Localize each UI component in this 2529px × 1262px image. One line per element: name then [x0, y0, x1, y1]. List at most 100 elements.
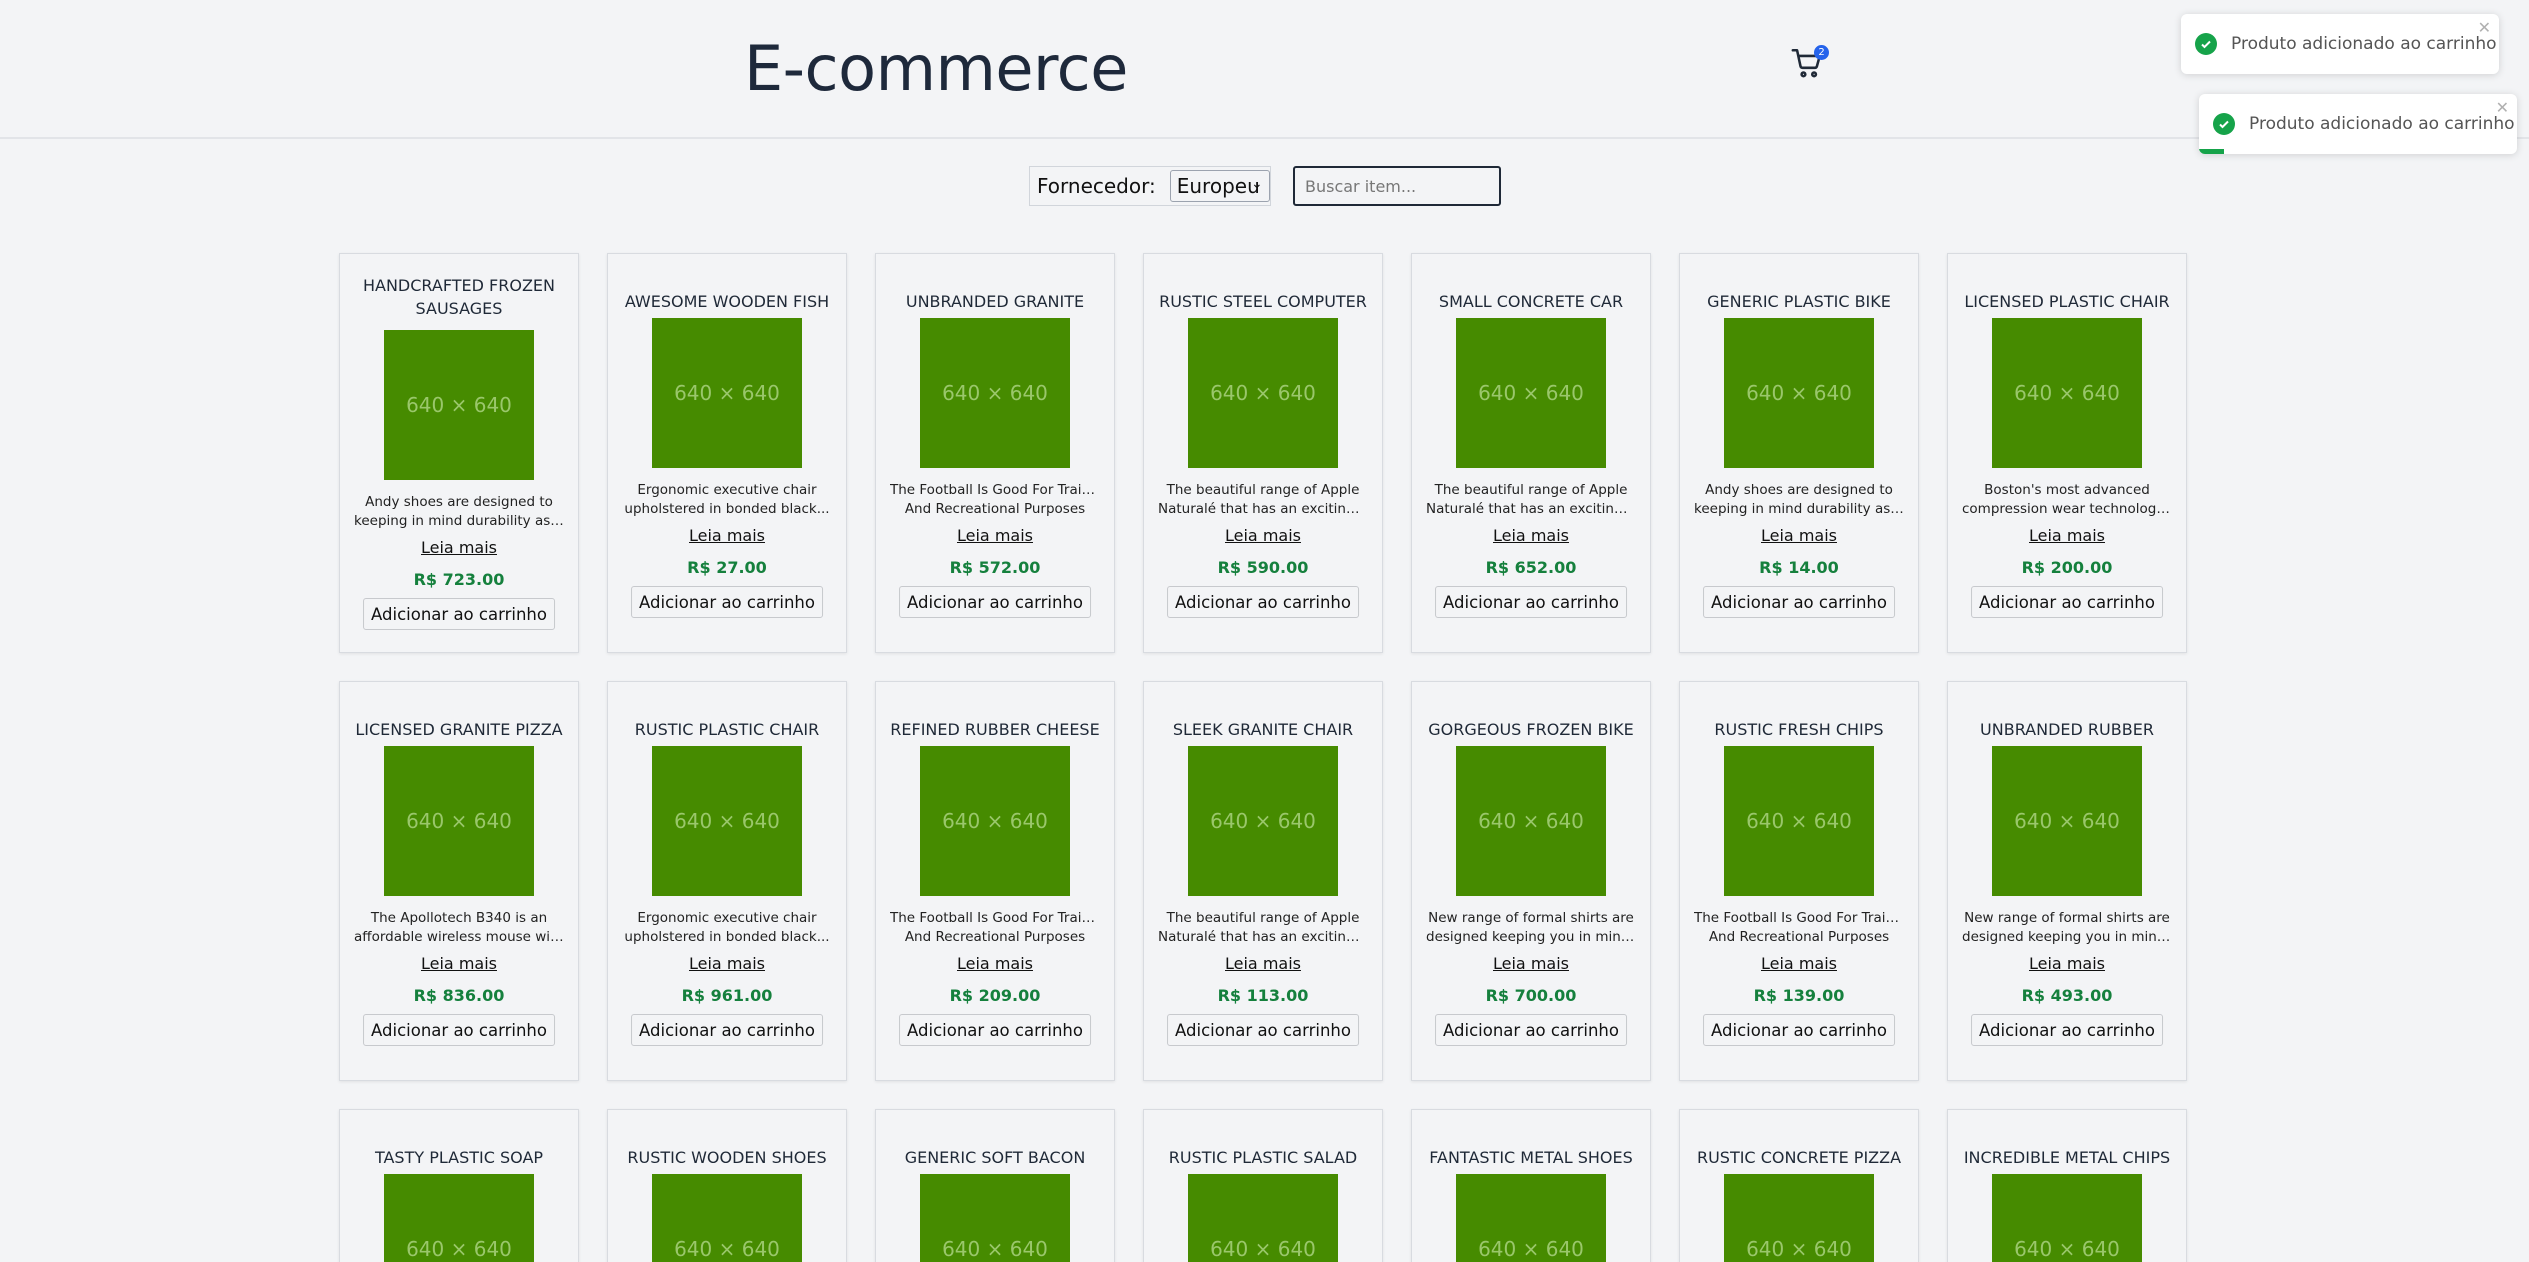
read-more-link[interactable]: Leia mais: [340, 954, 578, 973]
supplier-select[interactable]: Europeu ⌄: [1169, 170, 1270, 202]
product-card: RUSTIC CONCRETE PIZZA 640 × 640: [1679, 1109, 1919, 1262]
description-line: designed keeping you in mind....: [1962, 929, 2172, 945]
toast-notification: Produto adicionado ao carrinho ✕: [2181, 14, 2499, 74]
description-line: The Football Is Good For Training: [1694, 910, 1904, 926]
product-title: LICENSED GRANITE PIZZA: [355, 720, 563, 739]
add-to-cart-button[interactable]: Adicionar ao carrinho: [363, 1014, 555, 1046]
read-more-link[interactable]: Leia mais: [1948, 526, 2186, 545]
product-image: 640 × 640: [920, 1174, 1070, 1262]
read-more-link[interactable]: Leia mais: [340, 538, 578, 557]
check-icon: [2213, 113, 2235, 135]
product-description: The beautiful range of Apple Naturalé th…: [1426, 481, 1636, 519]
description-line: The beautiful range of Apple: [1166, 910, 1360, 926]
product-description: Andy shoes are designed to keeping in mi…: [354, 493, 564, 531]
description-line: New range of formal shirts are: [1964, 910, 2170, 926]
add-to-cart-button[interactable]: Adicionar ao carrinho: [1167, 586, 1359, 618]
description-line: And Recreational Purposes: [904, 929, 1086, 945]
product-card: HANDCRAFTED FROZEN SAUSAGES 640 × 640 And…: [339, 253, 579, 653]
description-line: Andy shoes are designed to: [1705, 482, 1893, 498]
product-title: TASTY PLASTIC SOAP: [374, 1148, 544, 1167]
product-title: RUSTIC WOODEN SHOES: [627, 1148, 827, 1167]
product-title: GENERIC PLASTIC BIKE: [1707, 292, 1891, 311]
description-line: The beautiful range of Apple: [1434, 482, 1628, 498]
read-more-link[interactable]: Leia mais: [608, 954, 846, 973]
page-header: E-commerce 2: [0, 0, 2529, 139]
description-line: Naturalé that has an exciting mix ...: [1426, 501, 1636, 517]
add-to-cart-button[interactable]: Adicionar ao carrinho: [1435, 1014, 1627, 1046]
read-more-link[interactable]: Leia mais: [1680, 954, 1918, 973]
read-more-link[interactable]: Leia mais: [1144, 526, 1382, 545]
read-more-link[interactable]: Leia mais: [1412, 526, 1650, 545]
product-description: The Football Is Good For Training And Re…: [890, 909, 1100, 947]
toast-progress-bar: [2199, 149, 2225, 154]
product-card: UNBRANDED GRANITE PIZZA640 × 640 The Foo…: [875, 253, 1115, 653]
read-more-link[interactable]: Leia mais: [1948, 954, 2186, 973]
product-card: FANTASTIC METAL SHOES 640 × 640: [1411, 1109, 1651, 1262]
product-description: Ergonomic executive chair upholstered in…: [622, 481, 832, 519]
add-to-cart-button[interactable]: Adicionar ao carrinho: [631, 1014, 823, 1046]
add-to-cart-button[interactable]: Adicionar ao carrinho: [1971, 1014, 2163, 1046]
product-image: 640 × 640: [1456, 318, 1606, 468]
product-description: New range of formal shirts are designed …: [1426, 909, 1636, 947]
search-input[interactable]: Buscar item...: [1293, 166, 1501, 206]
read-more-link[interactable]: Leia mais: [876, 526, 1114, 545]
product-description: The Football Is Good For Training And Re…: [890, 481, 1100, 519]
product-image: 640 × 640: [384, 330, 534, 480]
product-card: GENERIC PLASTIC BIKE 640 × 640 Andy shoes…: [1679, 253, 1919, 653]
read-more-link[interactable]: Leia mais: [1680, 526, 1918, 545]
description-line: The Football Is Good For Training: [890, 482, 1100, 498]
product-title: SLEEK GRANITE CHAIR: [1172, 720, 1354, 739]
product-price: R$ 961.00: [681, 986, 773, 1005]
description-line: New range of formal shirts are: [1428, 910, 1634, 926]
description-line: upholstered in bonded black...: [624, 501, 830, 517]
product-card: RUSTIC PLASTIC CHAIR 640 × 640 Ergonomic …: [607, 681, 847, 1081]
description-line: The beautiful range of Apple: [1166, 482, 1360, 498]
add-to-cart-button[interactable]: Adicionar ao carrinho: [1435, 586, 1627, 618]
product-image: 640 × 640: [1724, 318, 1874, 468]
add-to-cart-button[interactable]: Adicionar ao carrinho: [899, 1014, 1091, 1046]
read-more-link[interactable]: Leia mais: [1144, 954, 1382, 973]
read-more-link[interactable]: Leia mais: [1412, 954, 1650, 973]
add-to-cart-button[interactable]: Adicionar ao carrinho: [631, 586, 823, 618]
read-more-link[interactable]: Leia mais: [608, 526, 846, 545]
add-to-cart-button[interactable]: Adicionar ao carrinho: [1703, 1014, 1895, 1046]
description-line: compression wear technology...: [1962, 501, 2172, 517]
product-title: RUSTIC PLASTIC SALAD: [1168, 1148, 1358, 1167]
product-image: 640 × 640: [1724, 1174, 1874, 1262]
product-card: SLEEK GRANITE CHAIR 640 × 640 The beautif…: [1143, 681, 1383, 1081]
product-image: 640 × 640: [920, 746, 1070, 896]
supplier-label: Fornecedor:: [1037, 174, 1156, 198]
product-title: SMALL CONCRETE CAR: [1438, 292, 1624, 311]
product-image: 640 × 640: [1188, 1174, 1338, 1262]
add-to-cart-button[interactable]: Adicionar ao carrinho: [1971, 586, 2163, 618]
product-description: The Football Is Good For Training And Re…: [1694, 909, 1904, 947]
close-icon[interactable]: ✕: [2496, 98, 2509, 117]
product-image: 640 × 640: [1456, 746, 1606, 896]
add-to-cart-button[interactable]: Adicionar ao carrinho: [1167, 1014, 1359, 1046]
add-to-cart-button[interactable]: Adicionar ao carrinho: [363, 598, 555, 630]
description-line: And Recreational Purposes: [904, 501, 1086, 517]
product-card: TASTY PLASTIC SOAP 640 × 640: [339, 1109, 579, 1262]
product-title: RUSTIC STEEL COMPUTER: [1159, 292, 1367, 311]
close-icon[interactable]: ✕: [2478, 18, 2491, 37]
supplier-filter: Fornecedor: Europeu ⌄: [1029, 166, 1271, 206]
description-line: Boston's most advanced: [1984, 482, 2150, 498]
product-image: 640 × 640: [652, 1174, 802, 1262]
product-price: R$ 572.00: [949, 558, 1041, 577]
description-line: The Apollotech B340 is an: [370, 910, 548, 926]
product-description: New range of formal shirts are designed …: [1962, 909, 2172, 947]
description-line: Ergonomic executive chair: [637, 482, 817, 498]
product-price: R$ 200.00: [2021, 558, 2113, 577]
product-description: Andy shoes are designed to keeping in mi…: [1694, 481, 1904, 519]
product-card: RUSTIC FRESH CHIPS 640 × 640 The Football…: [1679, 681, 1919, 1081]
read-more-link[interactable]: Leia mais: [876, 954, 1114, 973]
product-price: R$ 113.00: [1217, 986, 1309, 1005]
add-to-cart-button[interactable]: Adicionar ao carrinho: [1703, 586, 1895, 618]
add-to-cart-button[interactable]: Adicionar ao carrinho: [899, 586, 1091, 618]
product-title: INCREDIBLE METAL CHIPS: [1963, 1148, 2171, 1167]
description-line: designed keeping you in mind....: [1426, 929, 1636, 945]
description-line: keeping in mind durability as well...: [354, 513, 564, 529]
product-image: 640 × 640: [1992, 746, 2142, 896]
description-line: Ergonomic executive chair: [637, 910, 817, 926]
product-description: The Apollotech B340 is an affordable wir…: [354, 909, 564, 947]
